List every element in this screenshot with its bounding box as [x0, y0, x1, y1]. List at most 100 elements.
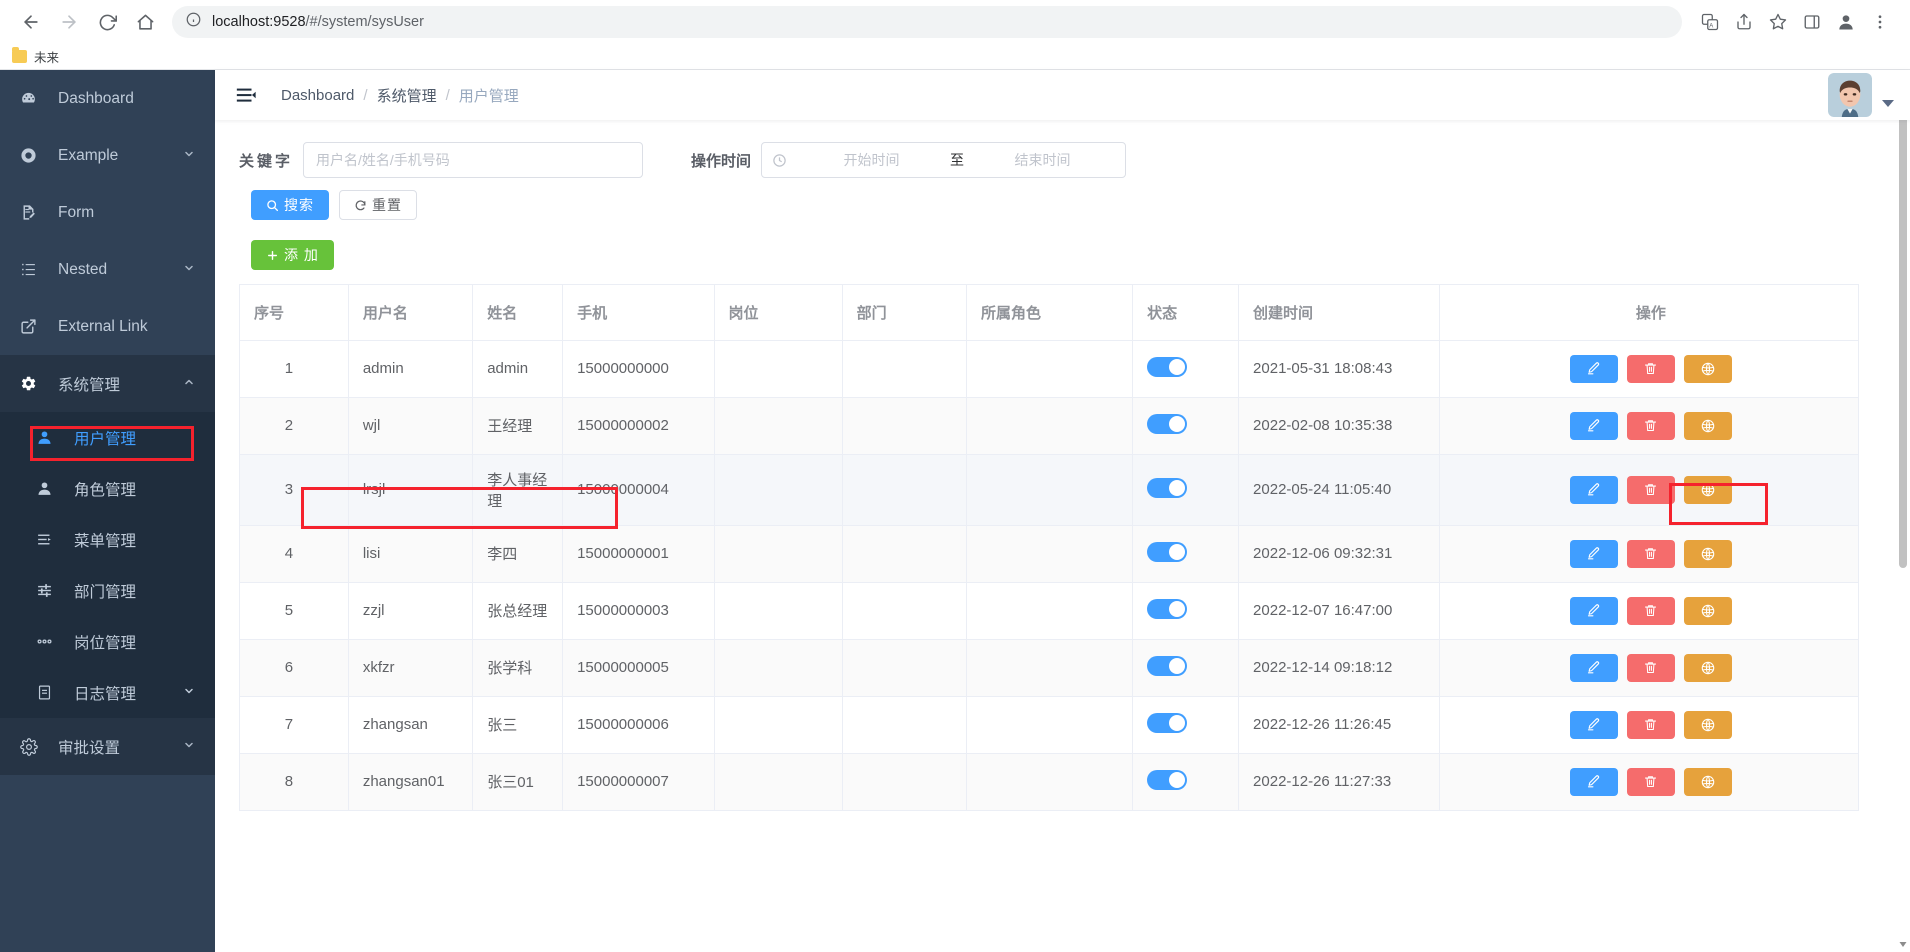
permission-button[interactable]	[1683, 411, 1732, 440]
page-scrollbar[interactable]	[1896, 70, 1910, 952]
chevron-down-icon[interactable]	[1882, 99, 1894, 107]
dashboard-icon	[20, 90, 44, 107]
search-button[interactable]: 搜索	[251, 190, 329, 220]
edit-button[interactable]	[1569, 767, 1618, 796]
permission-button[interactable]	[1683, 475, 1732, 504]
sidebar-item-menu-management[interactable]: 菜单管理	[0, 514, 215, 565]
sidebar-item-nested[interactable]: Nested	[0, 241, 215, 298]
delete-button[interactable]	[1626, 475, 1675, 504]
reload-icon[interactable]	[90, 5, 124, 39]
status-toggle[interactable]	[1147, 712, 1188, 733]
edit-button[interactable]	[1569, 354, 1618, 383]
add-button[interactable]: 添 加	[251, 240, 334, 270]
status-toggle[interactable]	[1147, 356, 1188, 377]
end-time-input[interactable]: 结束时间	[970, 150, 1115, 170]
sidebar-item-dashboard[interactable]: Dashboard	[0, 70, 215, 127]
table-row[interactable]: 3 lrsjl 李人事经理 15000000004 2022-05-24 11:05:4…	[240, 454, 1858, 526]
column-header-status[interactable]: 状态	[1132, 285, 1240, 341]
row-action-group	[1454, 411, 1848, 440]
bookmark-item[interactable]: 未来	[12, 47, 59, 66]
sidebar-item-department-management[interactable]: 部门管理	[0, 565, 215, 616]
edit-button[interactable]	[1569, 475, 1618, 504]
column-header-role[interactable]: 所属角色	[966, 285, 1134, 341]
delete-button[interactable]	[1626, 596, 1675, 625]
kebab-menu-icon[interactable]	[1864, 6, 1896, 38]
scroll-down-arrow-icon[interactable]	[1899, 940, 1907, 948]
site-info-icon[interactable]	[186, 12, 201, 32]
table-row[interactable]: 8 zhangsan01 张三01 15000000007 2022-12-26 11:…	[240, 753, 1858, 811]
delete-button[interactable]	[1626, 710, 1675, 739]
sidebar-item-post-management[interactable]: 岗位管理	[0, 616, 215, 667]
edit-button[interactable]	[1569, 596, 1618, 625]
home-icon[interactable]	[128, 5, 162, 39]
sidebar: Dashboard Example Form Nested External L…	[0, 70, 215, 952]
edit-button[interactable]	[1569, 539, 1618, 568]
sidebar-item-user-management[interactable]: 用户管理	[0, 412, 215, 463]
delete-button[interactable]	[1626, 539, 1675, 568]
sidebar-item-role-management[interactable]: 角色管理	[0, 463, 215, 514]
pencil-icon	[1586, 482, 1601, 497]
table-row[interactable]: 2 wjl 王经理 15000000002 2022-02-08 10:35:38	[240, 397, 1858, 455]
sidebar-item-log-management[interactable]: 日志管理	[0, 667, 215, 718]
search-button-label: 搜索	[284, 197, 314, 213]
back-arrow-icon[interactable]	[14, 5, 48, 39]
column-header-name[interactable]: 姓名	[472, 285, 564, 341]
status-toggle[interactable]	[1147, 598, 1188, 619]
status-toggle[interactable]	[1147, 655, 1188, 676]
column-header-seq[interactable]: 序号	[240, 285, 349, 341]
breadcrumb-item-dashboard[interactable]: Dashboard	[281, 87, 354, 104]
scrollbar-thumb[interactable]	[1899, 88, 1907, 568]
permission-button[interactable]	[1683, 539, 1732, 568]
collapse-menu-icon[interactable]	[233, 82, 259, 108]
delete-button[interactable]	[1626, 354, 1675, 383]
translate-icon[interactable]: A	[1694, 6, 1726, 38]
pencil-icon	[1586, 660, 1601, 675]
column-header-actions[interactable]: 操作	[1439, 285, 1858, 341]
permission-button[interactable]	[1683, 710, 1732, 739]
edit-button[interactable]	[1569, 653, 1618, 682]
column-header-created[interactable]: 创建时间	[1238, 285, 1440, 341]
delete-button[interactable]	[1626, 411, 1675, 440]
column-header-username[interactable]: 用户名	[348, 285, 474, 341]
column-header-dept[interactable]: 部门	[842, 285, 967, 341]
trash-icon	[1643, 418, 1658, 433]
sidebar-item-system-management[interactable]: 系统管理	[0, 355, 215, 412]
table-row[interactable]: 6 xkfzr 张学科 15000000005 2022-12-14 09:18:12	[240, 639, 1858, 697]
cell-status	[1132, 454, 1240, 526]
sidebar-item-example[interactable]: Example	[0, 127, 215, 184]
star-icon[interactable]	[1762, 6, 1794, 38]
edit-button[interactable]	[1569, 710, 1618, 739]
column-header-phone[interactable]: 手机	[562, 285, 715, 341]
address-bar[interactable]: localhost:9528/#/system/sysUser	[172, 6, 1682, 38]
table-row[interactable]: 5 zzjl 张总经理 15000000003 2022-12-07 16:47:00	[240, 582, 1858, 640]
delete-button[interactable]	[1626, 767, 1675, 796]
forward-arrow-icon[interactable]	[52, 5, 86, 39]
start-time-input[interactable]: 开始时间	[799, 150, 944, 170]
status-toggle[interactable]	[1147, 413, 1188, 434]
status-toggle[interactable]	[1147, 477, 1188, 498]
permission-button[interactable]	[1683, 354, 1732, 383]
edit-button[interactable]	[1569, 411, 1618, 440]
side-panel-icon[interactable]	[1796, 6, 1828, 38]
breadcrumb-item-system[interactable]: 系统管理	[377, 85, 437, 106]
breadcrumb-separator: /	[445, 86, 450, 104]
date-range-picker[interactable]: 开始时间 至 结束时间	[761, 142, 1127, 178]
table-row[interactable]: 4 lisi 李四 15000000001 2022-12-06 09:32:31	[240, 525, 1858, 583]
column-header-post[interactable]: 岗位	[714, 285, 843, 341]
profile-icon[interactable]	[1830, 6, 1862, 38]
status-toggle[interactable]	[1147, 769, 1188, 790]
status-toggle[interactable]	[1147, 541, 1188, 562]
search-input[interactable]: 用户名/姓名/手机号码	[303, 142, 644, 178]
table-row[interactable]: 1 admin admin 15000000000 2021-05-31 18:08:4…	[240, 340, 1858, 398]
sidebar-item-form[interactable]: Form	[0, 184, 215, 241]
table-row[interactable]: 7 zhangsan 张三 15000000006 2022-12-26 11:26:4…	[240, 696, 1858, 754]
permission-button[interactable]	[1683, 653, 1732, 682]
delete-button[interactable]	[1626, 653, 1675, 682]
permission-button[interactable]	[1683, 767, 1732, 796]
share-icon[interactable]	[1728, 6, 1760, 38]
sidebar-item-external-link[interactable]: External Link	[0, 298, 215, 355]
sidebar-item-approval-settings[interactable]: 审批设置	[0, 718, 215, 775]
reset-button[interactable]: 重置	[339, 190, 417, 220]
avatar[interactable]	[1828, 73, 1872, 117]
permission-button[interactable]	[1683, 596, 1732, 625]
